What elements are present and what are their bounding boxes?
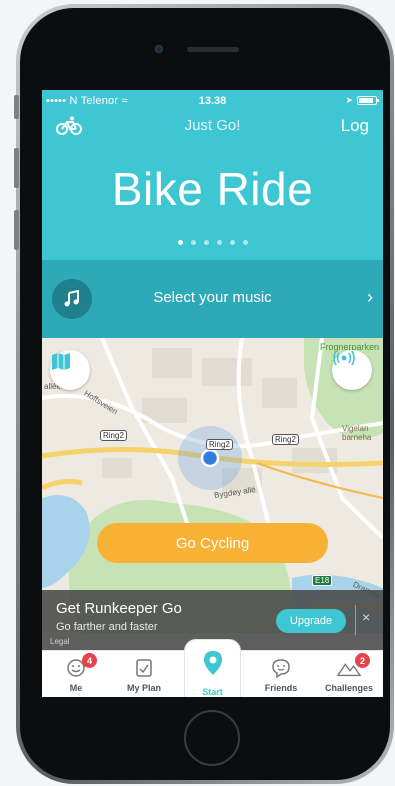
smiley-icon: 4 [64,653,97,679]
mountains-icon: 2 [337,653,370,679]
map-label-vigeland: Vigelan barneha [342,424,372,442]
app-screen: ••••• N Telenor ≈ 13.38 ➤ Just Go! Log B… [42,90,383,697]
status-bar: ••••• N Telenor ≈ 13.38 ➤ [42,90,383,110]
upgrade-button[interactable]: Upgrade [276,609,346,633]
status-right: ➤ [345,95,379,106]
music-selector[interactable]: Select your music › [42,260,383,338]
promo-divider [355,605,356,635]
highway-shield: E18 [312,575,333,586]
tab-label: Challenges [324,683,373,693]
page-dot [216,240,222,245]
tab-label: My Plan [126,683,161,693]
activity-title[interactable]: Bike Ride [42,162,383,216]
home-button[interactable] [184,710,240,766]
notification-badge: 2 [355,653,370,668]
page-indicator[interactable] [42,240,383,245]
map-style-button[interactable] [50,350,90,390]
nav-title: Just Go! [184,117,241,134]
earpiece-speaker [187,47,239,52]
tab-friends[interactable]: Friends [247,651,315,697]
volume-down-button [14,210,19,250]
go-cycling-button[interactable]: Go Cycling [97,523,328,563]
tab-me[interactable]: 4 Me [42,651,110,697]
clock: 13.38 [198,95,227,107]
tab-start[interactable]: Start [184,639,241,697]
route-map[interactable]: Frognerparken Vigelan barneha Bygdøy all… [42,338,383,633]
map-icon [52,353,70,370]
log-button[interactable]: Log [341,116,369,136]
tab-label: Me [69,683,83,693]
mute-switch [14,95,19,119]
promo-title: Get Runkeeper Go [56,600,182,617]
page-dot [203,240,209,245]
chevron-right-icon: › [367,287,373,307]
ring-road-shield: Ring2 [206,439,233,450]
friends-icon [269,657,293,679]
location-pin-icon [202,650,224,681]
tab-label: Friends [264,683,298,693]
page-dot [190,240,196,245]
checklist-icon [132,657,156,679]
battery-icon [357,96,379,105]
notification-badge: 4 [82,653,97,668]
activity-header: ••••• N Telenor ≈ 13.38 ➤ Just Go! Log B… [42,90,383,260]
stage: ••••• N Telenor ≈ 13.38 ➤ Just Go! Log B… [0,0,395,786]
tab-label: Start [202,687,223,697]
map-canvas [42,338,383,633]
activity-type-button[interactable] [54,112,86,140]
nav-bar: Just Go! Log [42,112,383,140]
ring-road-shield: Ring2 [272,434,299,445]
volume-up-button [14,148,19,188]
bike-icon [56,116,82,135]
tab-bar: 4 Me My Plan Start Friends 2 Challenges [42,639,383,697]
music-label: Select your music [153,289,272,306]
front-camera [155,45,163,53]
page-dot [242,240,248,245]
location-arrow-icon: ➤ [345,95,353,105]
tab-challenges[interactable]: 2 Challenges [315,651,383,697]
page-dot [229,240,235,245]
page-dot [177,240,183,245]
promo-subtitle: Go farther and faster [56,621,158,633]
live-tracking-button[interactable] [332,350,372,390]
broadcast-icon [333,350,355,366]
close-icon[interactable]: × [362,609,370,625]
map-legal-link[interactable]: Legal [50,637,70,646]
tab-my-plan[interactable]: My Plan [110,651,178,697]
ring-road-shield: Ring2 [100,430,127,441]
